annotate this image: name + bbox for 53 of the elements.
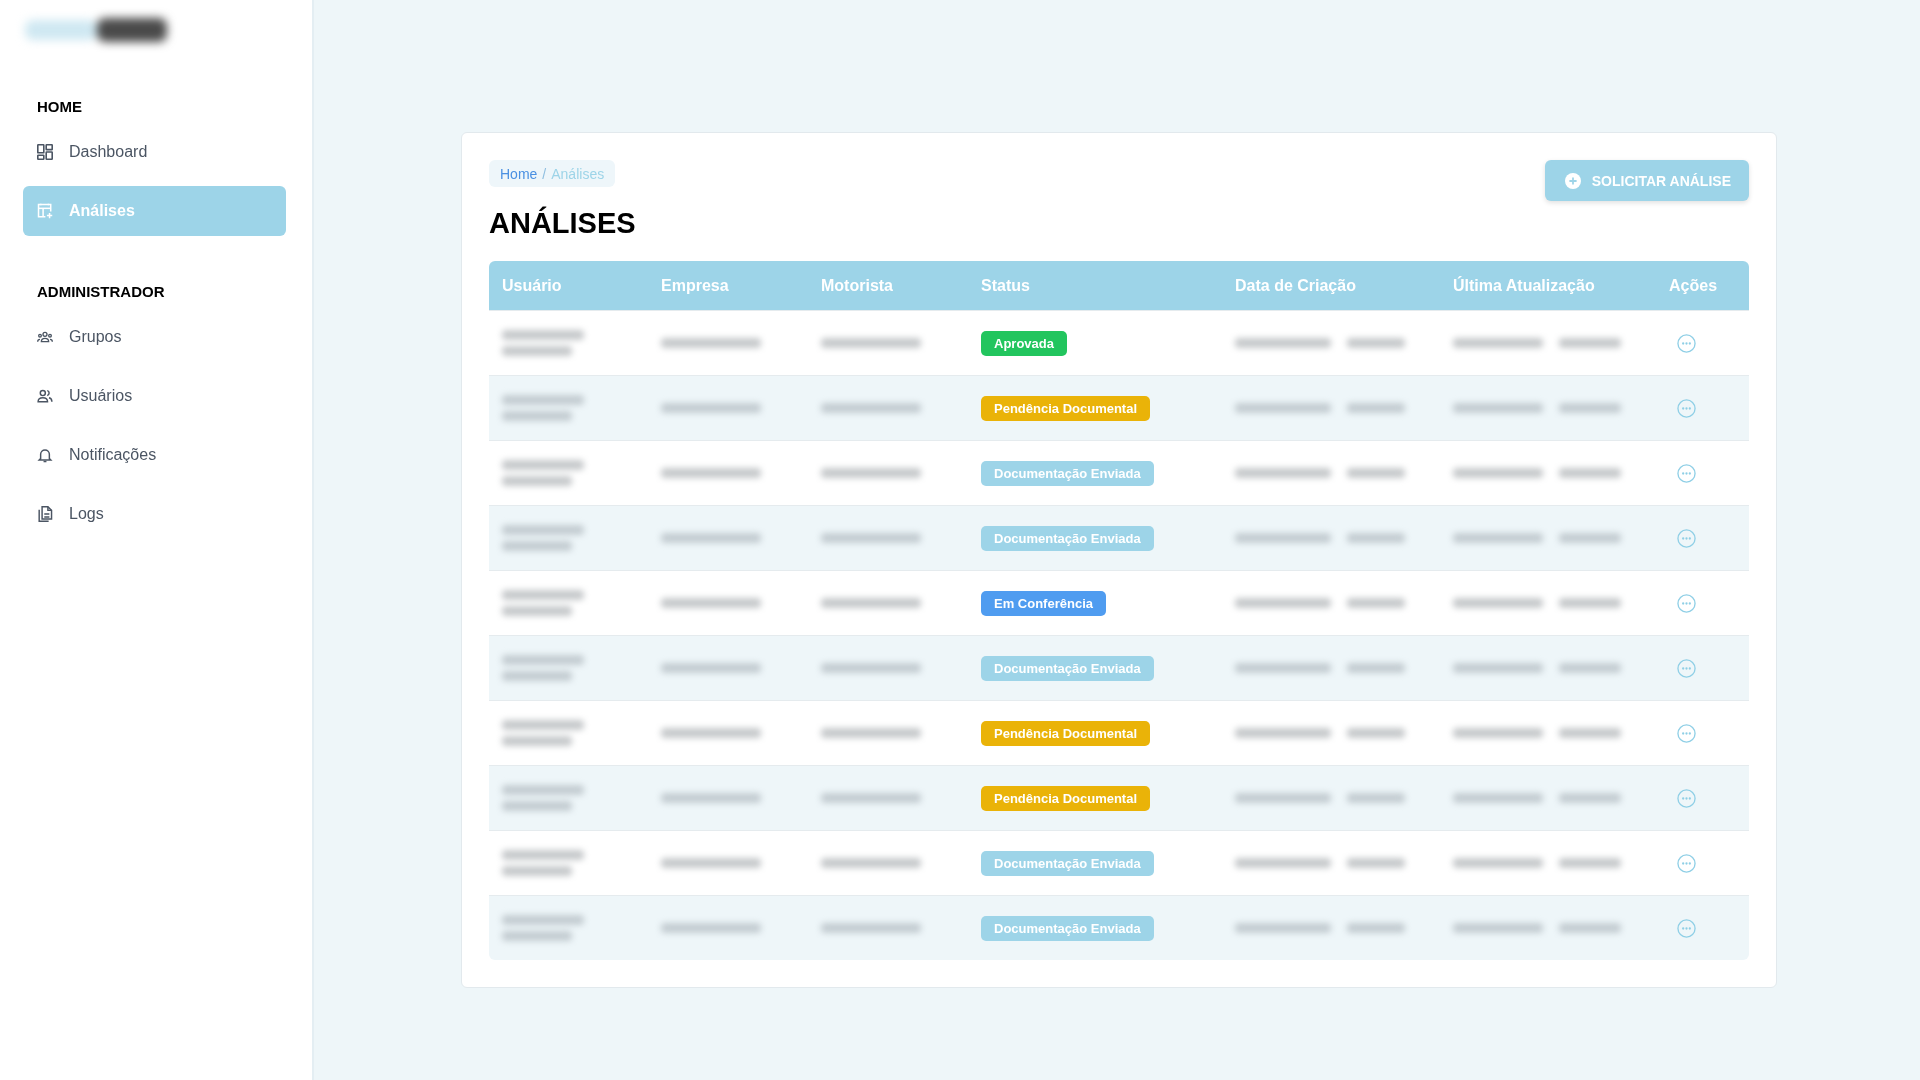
plus-circle-icon	[1564, 172, 1581, 189]
sidebar-item[interactable]: Notificações	[23, 430, 286, 480]
status-badge: Pendência Documental	[981, 785, 1151, 811]
ellipsis-circle-icon	[1677, 528, 1696, 548]
grid-icon	[37, 144, 53, 160]
column-header: Status	[980, 276, 1031, 295]
actions-button[interactable]	[1677, 398, 1696, 418]
ellipsis-circle-icon	[1677, 398, 1696, 418]
page-title: ANÁLISES	[489, 206, 636, 240]
column-header: Última Atualização	[1452, 276, 1596, 295]
ellipsis-circle-icon	[1677, 788, 1696, 808]
people-icon	[37, 388, 53, 404]
sidebar-item[interactable]: Usuários	[23, 371, 286, 421]
sidebar-item[interactable]: Logs	[23, 489, 286, 539]
status-badge: Aprovada	[981, 330, 1067, 356]
actions-button[interactable]	[1677, 463, 1696, 483]
column-header: Usuário	[501, 276, 563, 295]
group-icon	[37, 329, 53, 345]
actions-button[interactable]	[1677, 593, 1696, 613]
column-header: Ações	[1668, 276, 1719, 295]
status-badge: Documentação Enviada	[981, 655, 1154, 681]
actions-button[interactable]	[1677, 723, 1696, 743]
breadcrumb-separator: /	[542, 165, 547, 182]
column-header: Data de Criação	[1234, 276, 1357, 295]
section-heading: HOME	[36, 98, 83, 116]
actions-button[interactable]	[1677, 333, 1696, 353]
status-badge: Documentação Enviada	[981, 915, 1154, 941]
section-heading: ADMINISTRADOR	[36, 283, 166, 301]
actions-button[interactable]	[1677, 788, 1696, 808]
sidebar-item[interactable]: Dashboard	[23, 127, 286, 177]
status-badge: Pendência Documental	[981, 395, 1151, 421]
status-badge: Pendência Documental	[981, 720, 1151, 746]
document-icon	[37, 506, 53, 522]
ellipsis-circle-icon	[1677, 333, 1696, 353]
actions-button[interactable]	[1677, 528, 1696, 548]
status-badge: Documentação Enviada	[981, 460, 1154, 486]
ellipsis-circle-icon	[1677, 723, 1696, 743]
ellipsis-circle-icon	[1677, 593, 1696, 613]
calendar-plus-icon	[37, 203, 53, 219]
column-header: Motorista	[820, 276, 894, 295]
column-header: Empresa	[660, 276, 730, 295]
actions-button[interactable]	[1677, 658, 1696, 678]
status-badge: Em Conferência	[981, 590, 1106, 616]
actions-button[interactable]	[1677, 853, 1696, 873]
ellipsis-circle-icon	[1677, 853, 1696, 873]
ellipsis-circle-icon	[1677, 658, 1696, 678]
status-badge: Documentação Enviada	[981, 525, 1154, 551]
actions-button[interactable]	[1677, 918, 1696, 938]
ellipsis-circle-icon	[1677, 918, 1696, 938]
bell-icon	[37, 447, 53, 463]
status-badge: Documentação Enviada	[981, 850, 1154, 876]
ellipsis-circle-icon	[1677, 463, 1696, 483]
sidebar-item[interactable]: Grupos	[23, 312, 286, 362]
